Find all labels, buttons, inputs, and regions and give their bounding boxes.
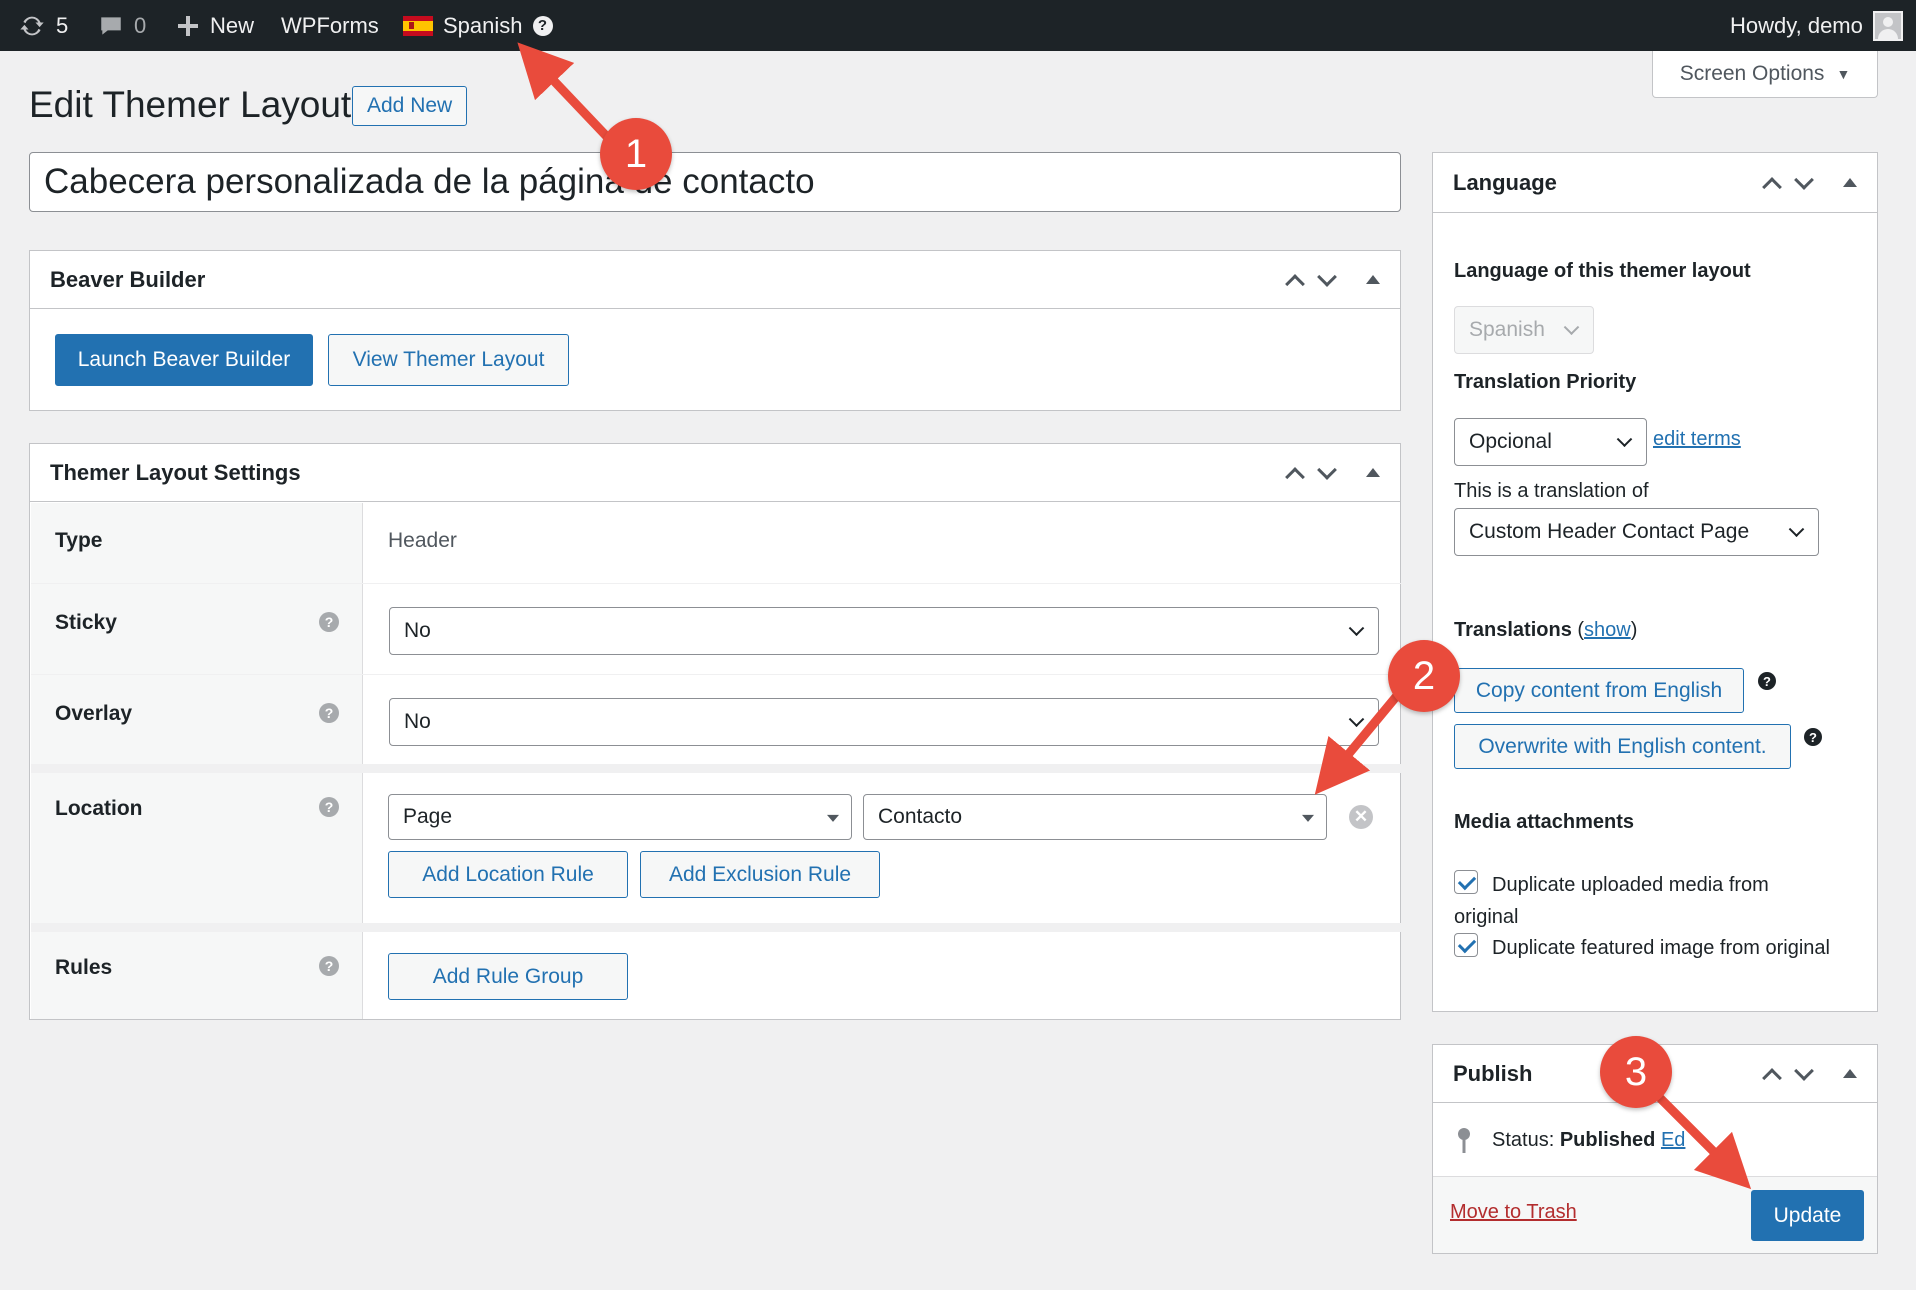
annotation-badge-3: 3 <box>1600 1036 1672 1108</box>
annotation-arrow-1 <box>517 42 616 146</box>
annotation-arrow-2 <box>1314 689 1404 795</box>
annotation-badge-1: 1 <box>600 118 672 190</box>
annotation-badge-2: 2 <box>1388 640 1460 712</box>
annotation-arrow-3 <box>1656 1094 1752 1190</box>
